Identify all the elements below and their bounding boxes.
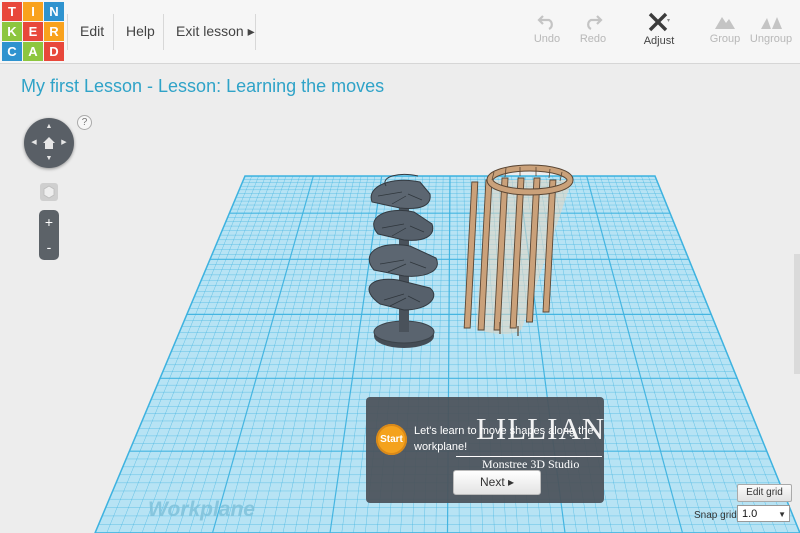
lesson-title: My first Lesson - Lesson: Learning the m… <box>21 76 385 96</box>
logo-letter: E <box>23 22 43 41</box>
group-icon <box>715 17 735 29</box>
view-cube-toggle[interactable] <box>40 183 58 201</box>
cube-icon <box>43 185 55 199</box>
logo-letter: A <box>23 42 43 61</box>
menu-edit[interactable]: Edit <box>80 0 104 63</box>
redo-label: Redo <box>579 33 607 45</box>
lesson-popup: Start Let's learn to move shapes along t… <box>366 397 604 503</box>
orbit-up-icon[interactable]: ▲ <box>44 122 54 132</box>
zoom-out-button[interactable]: - <box>39 235 59 260</box>
orbit-nav-control[interactable]: ▲ ▼ ◀ ▶ <box>24 118 74 168</box>
ungroup-icon <box>761 17 782 29</box>
workplane-label: Workplane <box>148 498 255 521</box>
logo-letter: C <box>2 42 22 61</box>
menu-exit-lesson[interactable]: Exit lesson ▸ <box>176 0 255 63</box>
watermark-name: LILLIAN <box>476 411 606 446</box>
orbit-down-icon[interactable]: ▼ <box>44 154 54 164</box>
snap-grid-select[interactable]: 1.0 ▼ <box>737 505 790 522</box>
menu-divider <box>67 14 68 50</box>
logo-letter: R <box>44 22 64 41</box>
ungroup-button[interactable]: Ungroup <box>743 6 799 56</box>
chevron-down-icon: ▼ <box>778 510 786 519</box>
home-icon[interactable] <box>41 135 57 151</box>
redo-button[interactable]: Redo <box>565 6 621 56</box>
snap-grid-value: 1.0 <box>742 508 758 520</box>
help-button[interactable]: ? <box>77 115 92 130</box>
menu-divider <box>113 14 114 50</box>
redo-icon <box>587 15 603 30</box>
adjust-icon <box>648 12 670 32</box>
edit-grid-button[interactable]: Edit grid <box>737 484 792 502</box>
logo-letter: D <box>44 42 64 61</box>
side-scrollbar[interactable] <box>794 254 800 374</box>
snap-grid-label: Snap grid <box>694 510 737 521</box>
next-button[interactable]: Next ▸ <box>453 470 541 495</box>
zoom-in-button[interactable]: + <box>39 210 59 235</box>
adjust-label: Adjust <box>643 35 675 47</box>
menu-help[interactable]: Help <box>126 0 155 63</box>
logo-letter: T <box>2 2 22 21</box>
undo-icon <box>537 15 553 30</box>
ungroup-label: Ungroup <box>749 33 793 45</box>
logo-letter: K <box>2 22 22 41</box>
logo-letter: N <box>44 2 64 21</box>
zoom-control: + - <box>39 210 59 260</box>
orbit-right-icon[interactable]: ▶ <box>59 138 69 148</box>
3d-viewport[interactable]: My first Lesson - Lesson: Learning the m… <box>0 64 800 533</box>
tinkercad-logo[interactable]: T I N K E R C A D <box>2 2 68 62</box>
menu-divider <box>255 14 256 50</box>
adjust-button[interactable]: Adjust <box>631 6 687 56</box>
top-toolbar: T I N K E R C A D Edit Help Exit lesson … <box>0 0 800 64</box>
start-button[interactable]: Start <box>376 424 407 455</box>
orbit-left-icon[interactable]: ◀ <box>29 138 39 148</box>
menu-divider <box>163 14 164 50</box>
logo-letter: I <box>23 2 43 21</box>
